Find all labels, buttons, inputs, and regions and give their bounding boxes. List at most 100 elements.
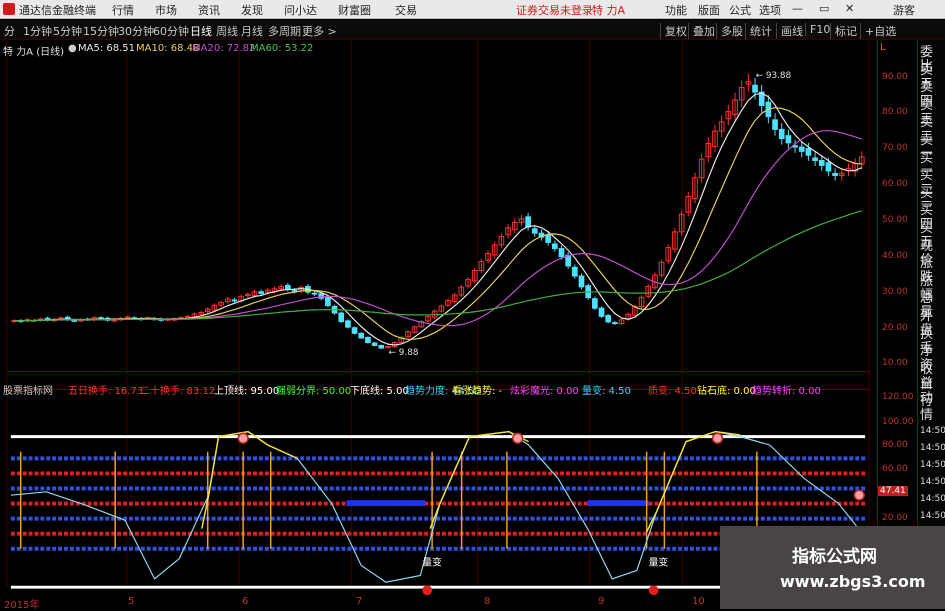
indicator-value-0: 五日换手: 16.73 — [68, 386, 144, 397]
menu-item-ask[interactable]: 问小达 — [284, 2, 317, 18]
restore-icon[interactable]: ▭ — [819, 2, 829, 15]
candle-body — [551, 243, 558, 250]
signal-marker-icon — [853, 489, 865, 501]
indicator-tick-label: 20.00 — [882, 513, 908, 523]
candle-body — [525, 216, 531, 228]
ma10-label: MA10: 68.48 — [136, 43, 200, 54]
candle-body — [818, 160, 825, 166]
quote-panel-item[interactable]: 14:50 — [920, 424, 945, 438]
candle-body — [772, 119, 778, 130]
candle-body — [338, 312, 345, 323]
title-bar: 通达信金融终端 行情 市场 资讯 发现 问小达 财富圈 交易 证券交易未登录 特… — [0, 0, 945, 19]
indicator-value-3: 强弱分界: 50.00 — [276, 386, 352, 397]
candle-body — [805, 148, 812, 156]
candle-body — [345, 320, 351, 328]
period-1min[interactable]: 1分钟 — [23, 23, 52, 39]
price-tick-label: 50.00 — [882, 215, 908, 225]
quote-panel-item[interactable]: 14:50 — [920, 441, 945, 455]
menu-item-function[interactable]: 功能 — [665, 2, 687, 18]
menu-item-wealth[interactable]: 财富圈 — [338, 2, 371, 18]
period-5min[interactable]: 5分钟 — [53, 23, 82, 39]
indicator-band-segment — [346, 500, 426, 507]
minimize-icon[interactable]: — — [792, 2, 803, 15]
candle-body — [612, 322, 618, 325]
button-overlay[interactable]: 叠加 — [688, 23, 715, 39]
low-price-label: ← 9.88 — [389, 348, 419, 358]
ma5-label: MA5: 68.51 — [78, 43, 136, 54]
menu-item-exchange[interactable]: 市场 — [155, 2, 177, 18]
button-add-favorite[interactable]: +自选 — [860, 23, 896, 39]
candle-body — [291, 289, 298, 292]
quote-panel-item[interactable]: 行情 — [920, 395, 945, 423]
indicator-value-10: 钻石底: 0.00 — [697, 386, 756, 397]
period-multi[interactable]: 多周期 — [268, 23, 301, 39]
menu-item-formula[interactable]: 公式 — [729, 2, 751, 18]
indicator-band-segment — [587, 500, 649, 507]
menu-item-news[interactable]: 资讯 — [198, 2, 220, 18]
candle-body — [605, 315, 612, 323]
indicator-current-value: 47.41 — [878, 486, 908, 496]
period-tick[interactable]: 分 — [4, 23, 15, 39]
button-draw[interactable]: 画线 — [776, 23, 803, 39]
menu-item-discover[interactable]: 发现 — [241, 2, 263, 18]
period-30min[interactable]: 30分钟 — [118, 23, 154, 39]
menu-item-layout[interactable]: 版面 — [698, 2, 720, 18]
price-tick-label: 90.00 — [882, 72, 908, 82]
menu-item-trade[interactable]: 交易 — [395, 2, 417, 18]
login-notice[interactable]: 证券交易未登录 — [516, 2, 593, 18]
guest-label[interactable]: 游客 — [893, 2, 915, 18]
indicator-value-11: 趋势转折: 0.00 — [752, 386, 821, 397]
period-60min[interactable]: 60分钟 — [153, 23, 189, 39]
quote-panel: 委比 卖五 卖四 卖三 卖二 卖一 买一 买二 买三 买四 买五 现价 涨跌 涨幅 总量 外盘 换手 净资 收益 自动… — [917, 40, 945, 609]
candle-body — [311, 292, 318, 295]
indicator-tick-label: 80.00 — [882, 440, 908, 450]
settings-dot-icon[interactable]: ● — [68, 43, 77, 54]
candle-body — [371, 342, 378, 346]
candle-body — [825, 162, 832, 172]
watermark-url: www.zbgs3.com — [780, 572, 926, 591]
watermark-title: 指标公式网 — [792, 547, 877, 567]
high-price-label: ← 93.88 — [756, 71, 792, 81]
period-monthly[interactable]: 月线 — [241, 23, 263, 39]
candle-body — [378, 344, 385, 349]
quote-panel-item[interactable]: 14:50 — [920, 475, 945, 489]
candle-body — [778, 128, 785, 140]
price-tick-label: 80.00 — [882, 107, 908, 117]
button-f10[interactable]: F10 — [805, 23, 830, 36]
period-weekly[interactable]: 周线 — [216, 23, 238, 39]
candle-body — [71, 319, 78, 322]
candle-body — [531, 228, 538, 234]
quote-panel-item[interactable]: 14:50 — [920, 492, 945, 506]
button-adjust[interactable]: 复权 — [660, 23, 687, 39]
price-tick-label: 10.00 — [882, 358, 908, 368]
period-15min[interactable]: 15分钟 — [83, 23, 119, 39]
candle-body — [752, 84, 758, 93]
indicator-value-2: 上顶线: 95.00 — [214, 386, 280, 397]
button-statistics[interactable]: 统计 — [745, 23, 772, 39]
app-title: 通达信金融终端 — [19, 4, 96, 17]
price-tick-label: 60.00 — [882, 179, 908, 189]
indicator-tick-label: 100.00 — [882, 417, 914, 427]
button-mark[interactable]: 标记 — [830, 23, 857, 39]
ma10-line — [14, 107, 862, 340]
indicator-tick-label: 120.00 — [882, 392, 914, 402]
signal-marker-icon — [711, 432, 724, 444]
indicator-value-1: 二十换手: 83.12 — [140, 386, 216, 397]
candle-body — [592, 298, 598, 309]
menu-item-options[interactable]: 选项 — [759, 2, 781, 18]
chart-area[interactable]: ← 93.88 ← 9.88 量变 量变 — [0, 40, 877, 600]
period-daily[interactable]: 日线 — [190, 23, 212, 39]
close-icon[interactable]: ✕ — [845, 2, 854, 15]
menu-item-market[interactable]: 行情 — [112, 2, 134, 18]
candle-body — [598, 307, 605, 317]
period-more[interactable]: 更多 > — [302, 23, 337, 39]
quote-panel-item[interactable]: 14:50 — [920, 509, 945, 523]
quote-panel-item[interactable]: 14:50 — [920, 458, 945, 472]
candle-body — [231, 299, 238, 302]
indicator-value-8: 量变: 4.50 — [582, 386, 631, 397]
candle-body — [832, 173, 838, 177]
log-scale-icon[interactable]: L — [880, 42, 886, 53]
stock-name: 特 力A — [592, 4, 626, 17]
indicator-name[interactable]: 股票指标网 — [3, 382, 53, 397]
button-multi-stock[interactable]: 多股 — [716, 23, 743, 39]
